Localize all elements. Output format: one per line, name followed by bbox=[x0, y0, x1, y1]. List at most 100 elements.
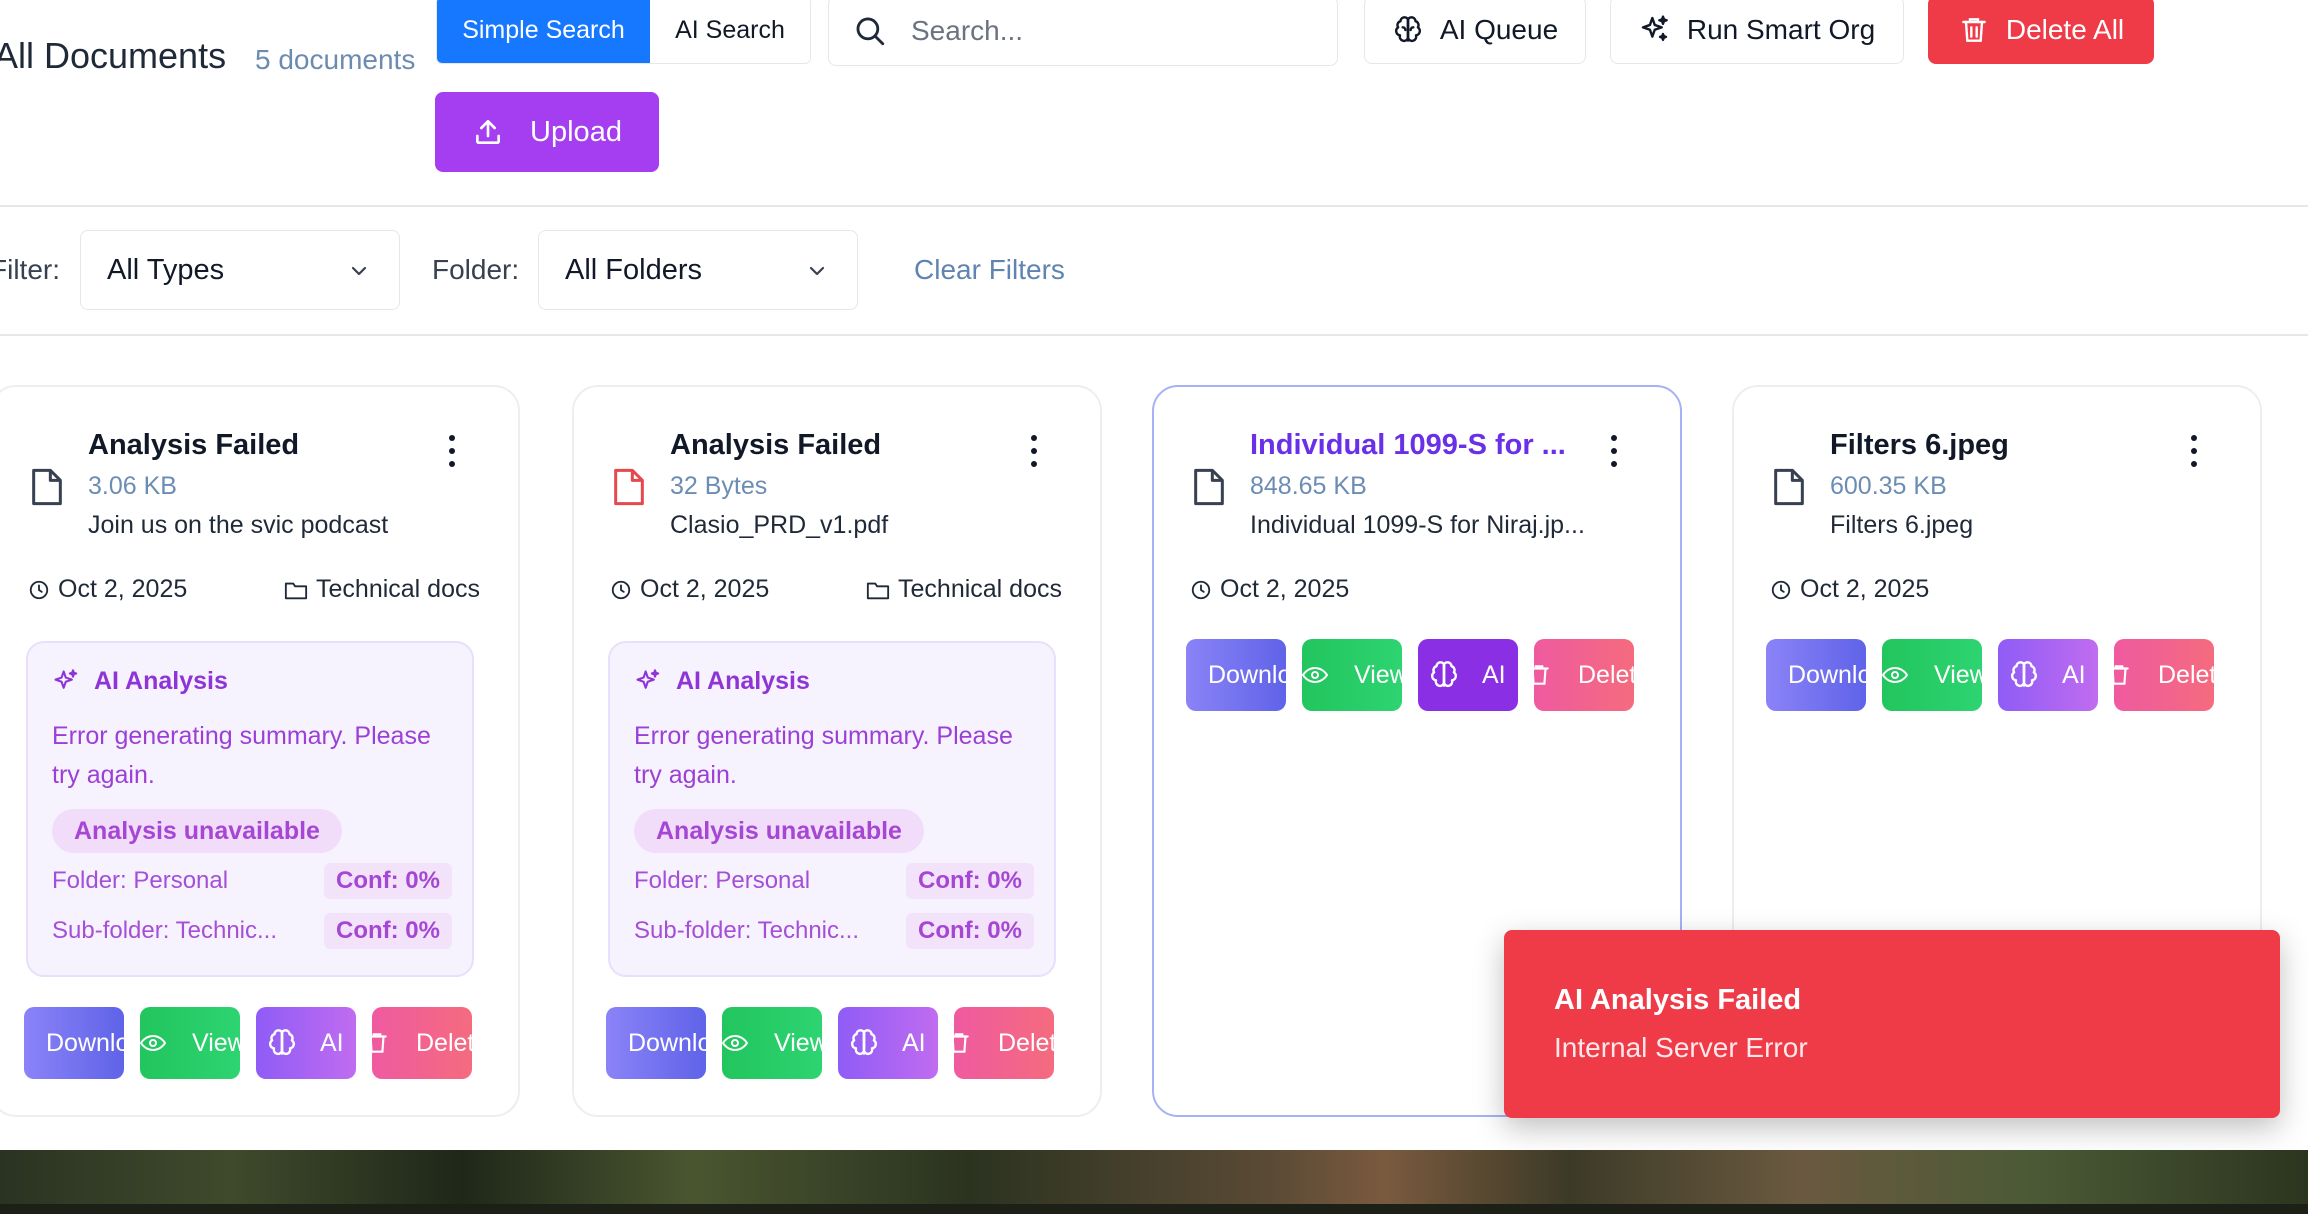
delete-all-label: Delete All bbox=[2005, 14, 2125, 45]
ai-analysis-panel: AI Analysis Error generating summary. Pl… bbox=[26, 641, 474, 977]
confidence-badge: Conf: 0% bbox=[906, 913, 1034, 949]
ai-analysis-heading: AI Analysis bbox=[52, 667, 228, 696]
card-actions: Download View AI Delete bbox=[1766, 639, 2214, 711]
run-smart-org-label: Run Smart Org bbox=[1686, 14, 1876, 45]
trash-icon bbox=[954, 1033, 969, 1053]
upload-button[interactable]: Upload bbox=[435, 92, 659, 172]
sparkles-icon bbox=[636, 668, 660, 689]
card-actions: Download View AI Delete bbox=[24, 1007, 472, 1079]
folder-icon bbox=[866, 582, 890, 599]
toast-message: Internal Server Error bbox=[1554, 1032, 1808, 1063]
card-title: Individual 1099-S for ... bbox=[1250, 429, 1566, 461]
card-folder-text: Technical docs bbox=[316, 575, 480, 603]
filter-divider bbox=[0, 334, 2308, 336]
desktop-wallpaper bbox=[0, 1150, 2308, 1214]
upload-label: Upload bbox=[530, 115, 622, 148]
file-icon bbox=[1774, 468, 1804, 506]
brain-icon bbox=[851, 1029, 877, 1056]
pdf-file-icon bbox=[614, 468, 644, 506]
error-toast[interactable]: AI Analysis Failed Internal Server Error bbox=[1504, 930, 2280, 1118]
eye-icon bbox=[1882, 666, 1908, 684]
toast-title: AI Analysis Failed bbox=[1554, 984, 1802, 1016]
ai-error-message: Error generating summary. Please try aga… bbox=[52, 722, 431, 789]
view-button[interactable]: View bbox=[1302, 639, 1402, 711]
run-smart-org-button[interactable]: Run Smart Org bbox=[1610, 0, 1904, 64]
type-filter-value: All Types bbox=[107, 253, 225, 286]
more-options-icon[interactable] bbox=[2188, 435, 2200, 467]
brain-icon bbox=[2011, 661, 2037, 688]
ai-queue-button[interactable]: AI Queue bbox=[1364, 0, 1586, 64]
card-date: Oct 2, 2025 bbox=[1770, 575, 1929, 604]
more-options-icon[interactable] bbox=[1608, 435, 1620, 467]
delete-button[interactable]: Delete bbox=[372, 1007, 472, 1079]
clock-icon bbox=[29, 580, 49, 599]
sparkles-icon bbox=[1641, 15, 1668, 42]
card-folder-text: Technical docs bbox=[898, 575, 1062, 603]
ai-analysis-heading: AI Analysis bbox=[634, 667, 810, 696]
card-title: Analysis Failed bbox=[88, 429, 300, 461]
search-mode-toggle: Simple Search AI Search bbox=[436, 0, 811, 64]
download-button[interactable]: Download bbox=[606, 1007, 706, 1079]
card-file-size: 848.65 KB bbox=[1250, 472, 1367, 500]
eye-icon bbox=[1302, 666, 1328, 684]
clear-filters-link[interactable]: Clear Filters bbox=[914, 252, 1065, 288]
file-icon bbox=[32, 468, 62, 506]
filter-label: Filter: bbox=[0, 254, 60, 285]
type-filter-select[interactable]: All Types bbox=[80, 230, 400, 310]
ai-folder-row: Folder: Personal Conf: 0% bbox=[52, 861, 452, 901]
card-date-text: Oct 2, 2025 bbox=[1220, 575, 1350, 603]
brain-icon bbox=[269, 1029, 295, 1056]
trash-icon bbox=[372, 1033, 387, 1053]
download-button[interactable]: Download bbox=[1766, 639, 1866, 711]
analysis-unavailable-badge: Analysis unavailable bbox=[52, 809, 342, 853]
document-count: 5 documents bbox=[255, 44, 416, 75]
clock-icon bbox=[1771, 580, 1791, 599]
document-card[interactable]: Analysis Failed 32 Bytes Clasio_PRD_v1.p… bbox=[572, 385, 1102, 1117]
delete-button[interactable]: Delete bbox=[1534, 639, 1634, 711]
delete-button[interactable]: Delete bbox=[2114, 639, 2214, 711]
clock-icon bbox=[611, 580, 631, 599]
card-description: Clasio_PRD_v1.pdf bbox=[670, 511, 889, 539]
view-button[interactable]: View bbox=[140, 1007, 240, 1079]
ai-button[interactable]: AI bbox=[838, 1007, 938, 1079]
card-title: Filters 6.jpeg bbox=[1830, 429, 2009, 461]
more-options-icon[interactable] bbox=[1028, 435, 1040, 467]
confidence-badge: Conf: 0% bbox=[324, 913, 452, 949]
view-button[interactable]: View bbox=[1882, 639, 1982, 711]
card-date-text: Oct 2, 2025 bbox=[1800, 575, 1930, 603]
ai-button[interactable]: AI bbox=[1418, 639, 1518, 711]
folder-icon bbox=[284, 582, 308, 599]
chevron-down-icon bbox=[351, 266, 367, 276]
ai-error-message: Error generating summary. Please try aga… bbox=[634, 722, 1013, 789]
trash-icon bbox=[1961, 18, 1986, 42]
card-file-size: 600.35 KB bbox=[1830, 472, 1947, 500]
card-description: Join us on the svic podcast bbox=[88, 511, 389, 539]
ai-subfolder-row: Sub-folder: Technic... Conf: 0% bbox=[634, 911, 1034, 951]
ai-search-button[interactable]: AI Search bbox=[650, 0, 810, 63]
ai-folder-row: Folder: Personal Conf: 0% bbox=[634, 861, 1034, 901]
card-date: Oct 2, 2025 bbox=[1190, 575, 1349, 604]
chevron-down-icon bbox=[809, 266, 825, 276]
delete-button[interactable]: Delete bbox=[954, 1007, 1054, 1079]
ai-button[interactable]: AI bbox=[1998, 639, 2098, 711]
ai-button[interactable]: AI bbox=[256, 1007, 356, 1079]
brain-icon bbox=[1394, 16, 1421, 43]
upload-icon bbox=[476, 120, 501, 144]
card-date: Oct 2, 2025 bbox=[28, 575, 187, 604]
search-input[interactable] bbox=[911, 15, 1311, 47]
trash-icon bbox=[1534, 665, 1549, 685]
document-card[interactable]: Analysis Failed 3.06 KB Join us on the s… bbox=[0, 385, 520, 1117]
search-icon bbox=[856, 17, 885, 46]
confidence-badge: Conf: 0% bbox=[906, 863, 1034, 899]
view-button[interactable]: View bbox=[722, 1007, 822, 1079]
more-options-icon[interactable] bbox=[446, 435, 458, 467]
download-button[interactable]: Download bbox=[24, 1007, 124, 1079]
delete-all-button[interactable]: Delete All bbox=[1928, 0, 2154, 64]
folder-filter-select[interactable]: All Folders bbox=[538, 230, 858, 310]
card-file-size: 3.06 KB bbox=[88, 472, 177, 500]
simple-search-button[interactable]: Simple Search bbox=[437, 0, 650, 63]
brain-icon bbox=[1431, 661, 1457, 688]
clock-icon bbox=[1191, 580, 1211, 599]
ai-subfolder-row: Sub-folder: Technic... Conf: 0% bbox=[52, 911, 452, 951]
download-button[interactable]: Download bbox=[1186, 639, 1286, 711]
